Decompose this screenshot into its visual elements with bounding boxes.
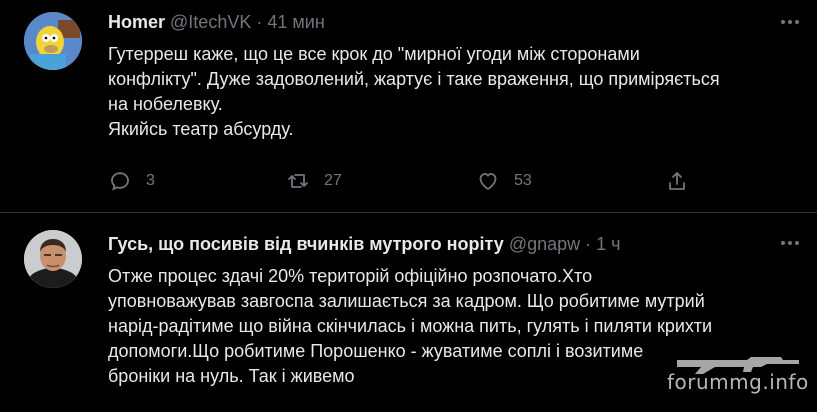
tweet-text-line: конфлікту". Дуже задоволений, жартує і т…	[108, 69, 720, 89]
author-handle[interactable]: @gnapw	[509, 234, 580, 254]
timestamp[interactable]: 41 мин	[267, 12, 324, 32]
heart-icon	[479, 173, 497, 190]
tweet-header: Гусь, що посивів від вчинків мутрого нор…	[108, 233, 621, 255]
more-options-button[interactable]	[777, 12, 803, 32]
ellipsis-icon	[781, 241, 799, 245]
reply-button[interactable]: 3	[108, 168, 155, 194]
share-button[interactable]	[665, 168, 689, 194]
tweet-text-line: Якийсь театр абсурду.	[108, 119, 294, 139]
separator-dot: ·	[585, 234, 592, 254]
more-options-button[interactable]	[777, 233, 803, 253]
share-icon	[669, 172, 685, 190]
tweet-header: Homer @ItechVK · 41 мин	[108, 11, 325, 33]
portrait-avatar-image	[24, 230, 82, 288]
tweet-text-line: Гутерреш каже, що це все крок до "мирної…	[108, 44, 640, 64]
separator-dot: ·	[256, 12, 263, 32]
tweet-text: Гутерреш каже, що це все крок до "мирної…	[108, 42, 808, 142]
avatar-gnapw[interactable]	[24, 230, 82, 288]
retweet-count: 27	[324, 172, 342, 189]
retweet-button[interactable]: 27	[286, 168, 342, 194]
tweet-text-line: на нобелевку.	[108, 94, 223, 114]
tweet-actions: 3 27 53	[108, 168, 708, 194]
author-handle[interactable]: @ItechVK	[170, 12, 251, 32]
avatar-homer[interactable]	[24, 12, 82, 70]
author-name[interactable]: Homer	[108, 12, 165, 32]
like-button[interactable]: 53	[476, 168, 532, 194]
reply-icon	[111, 172, 129, 191]
ellipsis-icon	[781, 20, 799, 24]
reply-count: 3	[146, 172, 155, 189]
homer-avatar-image	[24, 12, 82, 70]
tweet-1[interactable]: Homer @ItechVK · 41 мин Гутерреш каже, щ…	[0, 0, 817, 213]
author-name[interactable]: Гусь, що посивів від вчинків мутрого нор…	[108, 234, 504, 254]
tweet-text-line: нарід-радітиме що війна скінчилась і мож…	[108, 316, 713, 336]
watermark: forummg.info	[667, 352, 809, 402]
tweet-text-line: уповноважував завгоспа залишається за ка…	[108, 291, 705, 311]
watermark-text: forummg.info	[667, 370, 809, 394]
timestamp[interactable]: 1 ч	[596, 234, 620, 254]
tweet-text-line: Отже процес здачі 20% територій офіційно…	[108, 266, 593, 286]
retweet-icon	[288, 174, 308, 188]
like-count: 53	[514, 172, 532, 189]
